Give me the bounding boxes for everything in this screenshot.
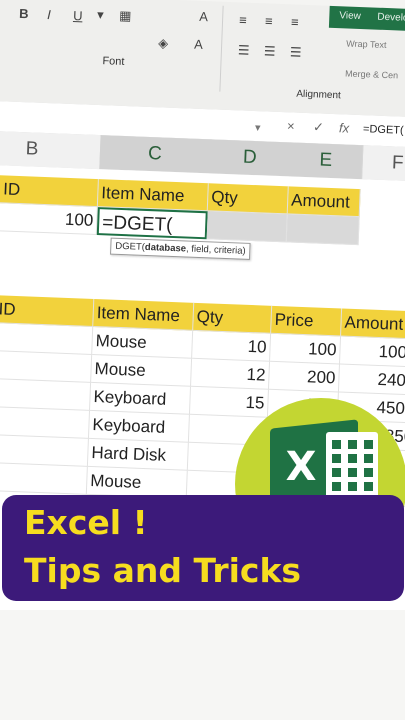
logo-grid-cell (332, 468, 341, 477)
row-1-amount[interactable]: 1000 (339, 336, 405, 368)
row-2-qty[interactable]: 12 (191, 358, 271, 390)
input-item-id-cell[interactable]: 100 (0, 201, 98, 236)
tooltip-current-arg: database (144, 241, 187, 255)
logo-grid-cell (364, 454, 373, 463)
row-5-item-id[interactable]: 104 (0, 433, 89, 467)
data-header-price[interactable]: Price (271, 305, 343, 337)
align-left-icon[interactable]: ☰ (238, 42, 250, 58)
row-2-item-name[interactable]: Mouse (91, 354, 193, 387)
align-bottom-icon[interactable]: ≡ (291, 14, 299, 29)
tooltip-other-args: , field, criteria) (185, 243, 246, 257)
logo-sheet-icon (326, 432, 378, 502)
column-header-d[interactable]: D (209, 139, 292, 177)
font-color-button[interactable]: A (194, 37, 203, 52)
fx-button[interactable]: fx (339, 120, 350, 135)
align-right-icon[interactable]: ☰ (290, 44, 302, 60)
logo-grid-cell (332, 454, 341, 463)
logo-grid-cell (332, 440, 341, 449)
fill-color-icon[interactable]: ◈ (158, 35, 169, 51)
row-1-price[interactable]: 100 (270, 333, 342, 365)
logo-grid-cell (364, 482, 373, 491)
data-header-item-id[interactable]: Item ID (0, 293, 95, 327)
data-header-item-name[interactable]: Item Name (93, 298, 195, 331)
ribbon-divider (219, 5, 224, 92)
borders-icon[interactable]: ▦ (119, 8, 132, 24)
italic-button[interactable]: I (47, 7, 51, 22)
row-6-item-name[interactable]: Mouse (86, 466, 188, 499)
logo-grid-cell (348, 454, 357, 463)
row-2-item-id[interactable]: 101 (0, 349, 93, 383)
cancel-icon[interactable]: × (287, 118, 295, 133)
row-2-amount[interactable]: 2400 (338, 364, 405, 396)
row-3-item-id[interactable]: 102 (0, 377, 92, 411)
logo-letter: X (285, 444, 317, 490)
ribbon: B I U ▾ ▦ ◈ A A Font ≡ ≡ ≡ ☰ ☰ ☰ View De… (0, 0, 405, 119)
column-header-c[interactable]: C (99, 135, 212, 174)
input-header-item-id[interactable]: Item ID (0, 173, 99, 208)
input-header-amount[interactable]: Amount (287, 186, 361, 218)
row-4-item-name[interactable]: Keyboard (88, 410, 190, 443)
banner-subtitle: Tips and Tricks (24, 551, 302, 590)
font-size-down-button[interactable]: A (199, 9, 208, 24)
font-group-label: Font (102, 55, 125, 68)
logo-grid-cell (348, 440, 357, 449)
align-middle-icon[interactable]: ≡ (265, 13, 273, 28)
wrap-text-button[interactable]: Wrap Text (346, 38, 387, 50)
column-header-b[interactable]: B (0, 129, 102, 170)
enter-icon[interactable]: ✓ (313, 119, 324, 135)
row-1-qty[interactable]: 10 (192, 330, 272, 362)
input-amount-cell[interactable] (286, 214, 360, 246)
underline-button[interactable]: U (73, 8, 83, 23)
title-banner: Excel ! Tips and Tricks (2, 495, 404, 601)
bottom-blank-area (0, 610, 405, 720)
name-box-dropdown-icon[interactable]: ▾ (255, 121, 261, 134)
chevron-down-icon[interactable]: ▾ (97, 7, 104, 23)
input-qty-cell[interactable] (206, 211, 288, 243)
excel-screenshot: B I U ▾ ▦ ◈ A A Font ≡ ≡ ≡ ☰ ☰ ☰ View De… (0, 0, 405, 720)
column-header-f[interactable]: F (361, 145, 405, 182)
tooltip-function-name: DGET( (115, 240, 146, 253)
function-tooltip: DGET(database, field, criteria) (110, 237, 251, 260)
active-cell-editor[interactable]: =DGET( (96, 207, 208, 240)
align-top-icon[interactable]: ≡ (239, 12, 247, 27)
row-1-item-id[interactable]: 100 (0, 321, 94, 355)
data-header-amount[interactable]: Amount (341, 308, 405, 340)
row-3-item-name[interactable]: Keyboard (90, 382, 192, 415)
alignment-group-label: Alignment (296, 88, 341, 102)
logo-grid-cell (348, 482, 357, 491)
merge-center-button[interactable]: Merge & Cen (345, 68, 398, 80)
data-header-qty[interactable]: Qty (193, 302, 273, 334)
row-3-qty[interactable]: 15 (189, 386, 269, 418)
row-4-item-id[interactable]: 103 (0, 405, 91, 439)
formula-input[interactable]: =DGET( (363, 123, 404, 137)
tab-developer[interactable]: Develop (377, 12, 405, 24)
tab-view[interactable]: View (339, 10, 361, 22)
align-center-icon[interactable]: ☰ (264, 43, 276, 59)
bold-button[interactable]: B (19, 6, 29, 21)
row-2-price[interactable]: 200 (268, 361, 340, 393)
row-6-item-id[interactable] (0, 461, 88, 495)
logo-grid-cell (348, 468, 357, 477)
logo-grid-cell (364, 440, 373, 449)
logo-grid-cell (332, 482, 341, 491)
input-header-item-name[interactable]: Item Name (97, 179, 209, 212)
row-1-item-name[interactable]: Mouse (92, 326, 194, 359)
row-5-item-name[interactable]: Hard Disk (87, 438, 189, 471)
input-header-qty[interactable]: Qty (207, 183, 289, 215)
banner-title: Excel ! (24, 503, 148, 542)
column-header-e[interactable]: E (289, 142, 364, 180)
logo-grid-cell (364, 468, 373, 477)
